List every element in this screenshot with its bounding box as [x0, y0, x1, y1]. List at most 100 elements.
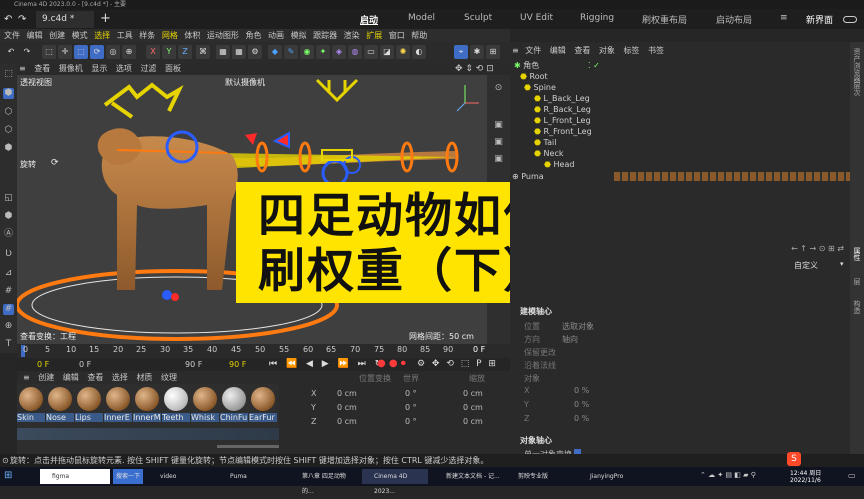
object-row-r-front-leg[interactable]: ⬣ R_Front_Leg	[510, 126, 850, 137]
document-tab[interactable]: 9.c4d * ×	[36, 11, 94, 41]
taskbar-item-jianyingpro[interactable]: JianyingPro	[578, 469, 644, 484]
material-menu-view[interactable]: 查看	[87, 373, 103, 382]
object-row-r-back-leg[interactable]: ⬣ R_Back_Leg	[510, 104, 850, 115]
side-tab-construction[interactable]: 构造	[852, 300, 862, 314]
edge-mode-icon[interactable]: ⬡	[3, 125, 14, 136]
taskbar-item-cinema4d[interactable]: Cinema 4D 2023...	[362, 469, 428, 495]
layout-icon-1[interactable]: ▣	[493, 120, 504, 131]
taskbar-item-puma[interactable]: Puma	[218, 469, 278, 484]
field-icon[interactable]: ◍	[348, 45, 362, 59]
menu-help[interactable]: 帮助	[411, 31, 427, 40]
model-mode-icon[interactable]: ⬚	[3, 69, 14, 80]
menu-mode[interactable]: 模式	[72, 31, 88, 40]
object-menu-view[interactable]: 查看	[574, 46, 590, 55]
coords-header-world[interactable]: 世界	[403, 373, 419, 384]
render-settings-icon[interactable]: ⚙	[248, 45, 262, 59]
clock-date[interactable]: 2022/11/6	[790, 477, 821, 484]
undo-icon[interactable]: ↶	[4, 14, 12, 25]
material-menu-texture[interactable]: 纹理	[161, 373, 177, 382]
clock-time[interactable]: 12:44 周日	[790, 468, 821, 477]
taskbar-item-jianying[interactable]: 剪映专业版	[506, 469, 572, 484]
pin-icon[interactable]: ⊙	[493, 83, 504, 94]
attribute-nav-icons[interactable]: ← ↑ → ⊙ ⊞ ⇄	[791, 244, 844, 253]
undo-button[interactable]: ↶	[4, 45, 18, 59]
attribute-preset-dropdown[interactable]: 自定义	[794, 260, 818, 271]
axis-y-button[interactable]: Y	[162, 45, 176, 59]
attribute-percent-field[interactable]: 0 %	[574, 386, 589, 395]
viewport-menu-icon[interactable]: ≡	[19, 64, 26, 73]
object-row-puma[interactable]: ⊕ Puma	[510, 171, 850, 182]
workspace-tab-uvedit[interactable]: UV Edit	[520, 13, 553, 23]
viewport-menu-panel[interactable]: 面板	[165, 64, 181, 73]
menu-create[interactable]: 创建	[49, 31, 65, 40]
object-menu-edit[interactable]: 编辑	[550, 46, 566, 55]
object-mode-icon[interactable]: ⬢	[3, 88, 14, 99]
attribute-percent-field[interactable]: 0 %	[574, 414, 589, 423]
menu-animate[interactable]: 动画	[268, 31, 284, 40]
object-row-head[interactable]: ⬣ Head	[510, 159, 850, 170]
windows-start-icon[interactable]: ⊞	[4, 470, 12, 481]
subdivision-icon[interactable]: ◉	[300, 45, 314, 59]
menu-icon[interactable]: ≡	[780, 13, 788, 23]
polygon-mode-icon[interactable]: ⬢	[3, 143, 14, 154]
material-swatch-earfur[interactable]: EarFur	[249, 386, 277, 424]
menu-simulate[interactable]: 模拟	[291, 31, 307, 40]
workspace-tab-model[interactable]: Model	[408, 13, 435, 23]
locked-workplane-icon[interactable]: ⊕	[3, 321, 14, 332]
material-menu-edit[interactable]: 编辑	[63, 373, 79, 382]
layout-icon-2[interactable]: ▣	[493, 137, 504, 148]
timeline-ruler[interactable]: 0 5 10 15 20 25 30 35 40 45 50 55 60 65 …	[17, 344, 510, 358]
material-swatch-innerm[interactable]: InnerM	[133, 386, 161, 424]
sogou-ime-icon[interactable]: S	[787, 452, 801, 466]
tag-icon[interactable]: ◐	[412, 45, 426, 59]
menu-window[interactable]: 窗口	[389, 31, 405, 40]
object-row-character[interactable]: ✱ 角色 ⁚ ✓	[510, 60, 850, 71]
attribute-value[interactable]: 选取对象	[562, 321, 594, 332]
object-menu-file[interactable]: 文件	[525, 46, 541, 55]
object-menu-bookmarks[interactable]: 书签	[648, 46, 664, 55]
workspace-tab-weight-layout[interactable]: 刷权重布局	[642, 13, 687, 26]
coords-rot-field[interactable]: 0 °	[405, 417, 417, 426]
texture-mode-icon[interactable]: ⊿	[3, 268, 14, 279]
redo-icon[interactable]: ↷	[18, 14, 26, 25]
object-menu-tags[interactable]: 标签	[623, 46, 639, 55]
coords-scale-field[interactable]: 0 cm	[463, 417, 483, 426]
axis-mode-icon[interactable]: Ⓐ	[3, 229, 14, 240]
snap-settings-icon[interactable]: ✱	[470, 45, 484, 59]
rotate-tool-icon[interactable]: ⟳	[90, 45, 104, 59]
material-swatch-lips[interactable]: Lips	[75, 386, 103, 424]
section-modeling-axis[interactable]: 建模轴心	[520, 306, 552, 317]
menu-mesh[interactable]: 网格	[162, 31, 178, 40]
menu-tools[interactable]: 工具	[117, 31, 133, 40]
workplane-snap-icon[interactable]: #	[3, 304, 14, 315]
cloner-icon[interactable]: ✦	[316, 45, 330, 59]
workplane-icon[interactable]: ⊞	[486, 45, 500, 59]
taskbar-item-search-button[interactable]: 搜索一下	[113, 469, 143, 484]
material-swatch-teeth[interactable]: Teeth	[162, 386, 190, 424]
coords-rot-field[interactable]: 0 °	[405, 389, 417, 398]
material-scrollbar[interactable]	[217, 445, 287, 448]
menu-volume[interactable]: 体积	[184, 31, 200, 40]
coordinate-system-icon[interactable]: ⌘	[196, 45, 210, 59]
object-row-l-back-leg[interactable]: ⬣ L_Back_Leg	[510, 93, 850, 104]
material-swatch-whisk[interactable]: Whisk	[191, 386, 219, 424]
redo-button[interactable]: ↷	[20, 45, 34, 59]
light-icon[interactable]: ✺	[396, 45, 410, 59]
taskbar-item-video[interactable]: video	[148, 469, 208, 484]
live-select-icon[interactable]: ◎	[106, 45, 120, 59]
snap-icon[interactable]: ⌖	[454, 45, 468, 59]
viewport-menu-display[interactable]: 显示	[91, 64, 107, 73]
section-object-axis[interactable]: 对象轴心	[520, 435, 552, 446]
menu-spline[interactable]: 样条	[139, 31, 155, 40]
move-tool-icon[interactable]: ✛	[58, 45, 72, 59]
viewport-menu-cameras[interactable]: 摄像机	[59, 64, 83, 73]
coords-scale-field[interactable]: 0 cm	[463, 403, 483, 412]
camera-icon[interactable]: ◪	[380, 45, 394, 59]
material-menu-material[interactable]: 材质	[136, 373, 152, 382]
object-menu-icon[interactable]: ≡	[512, 46, 519, 55]
text-tool-icon[interactable]: T	[3, 339, 14, 350]
object-row-tail[interactable]: ⬣ Tail	[510, 137, 850, 148]
axis-z-button[interactable]: Z	[178, 45, 192, 59]
viewport-menu-filter[interactable]: 过滤	[140, 64, 156, 73]
menu-select[interactable]: 选择	[94, 31, 110, 40]
